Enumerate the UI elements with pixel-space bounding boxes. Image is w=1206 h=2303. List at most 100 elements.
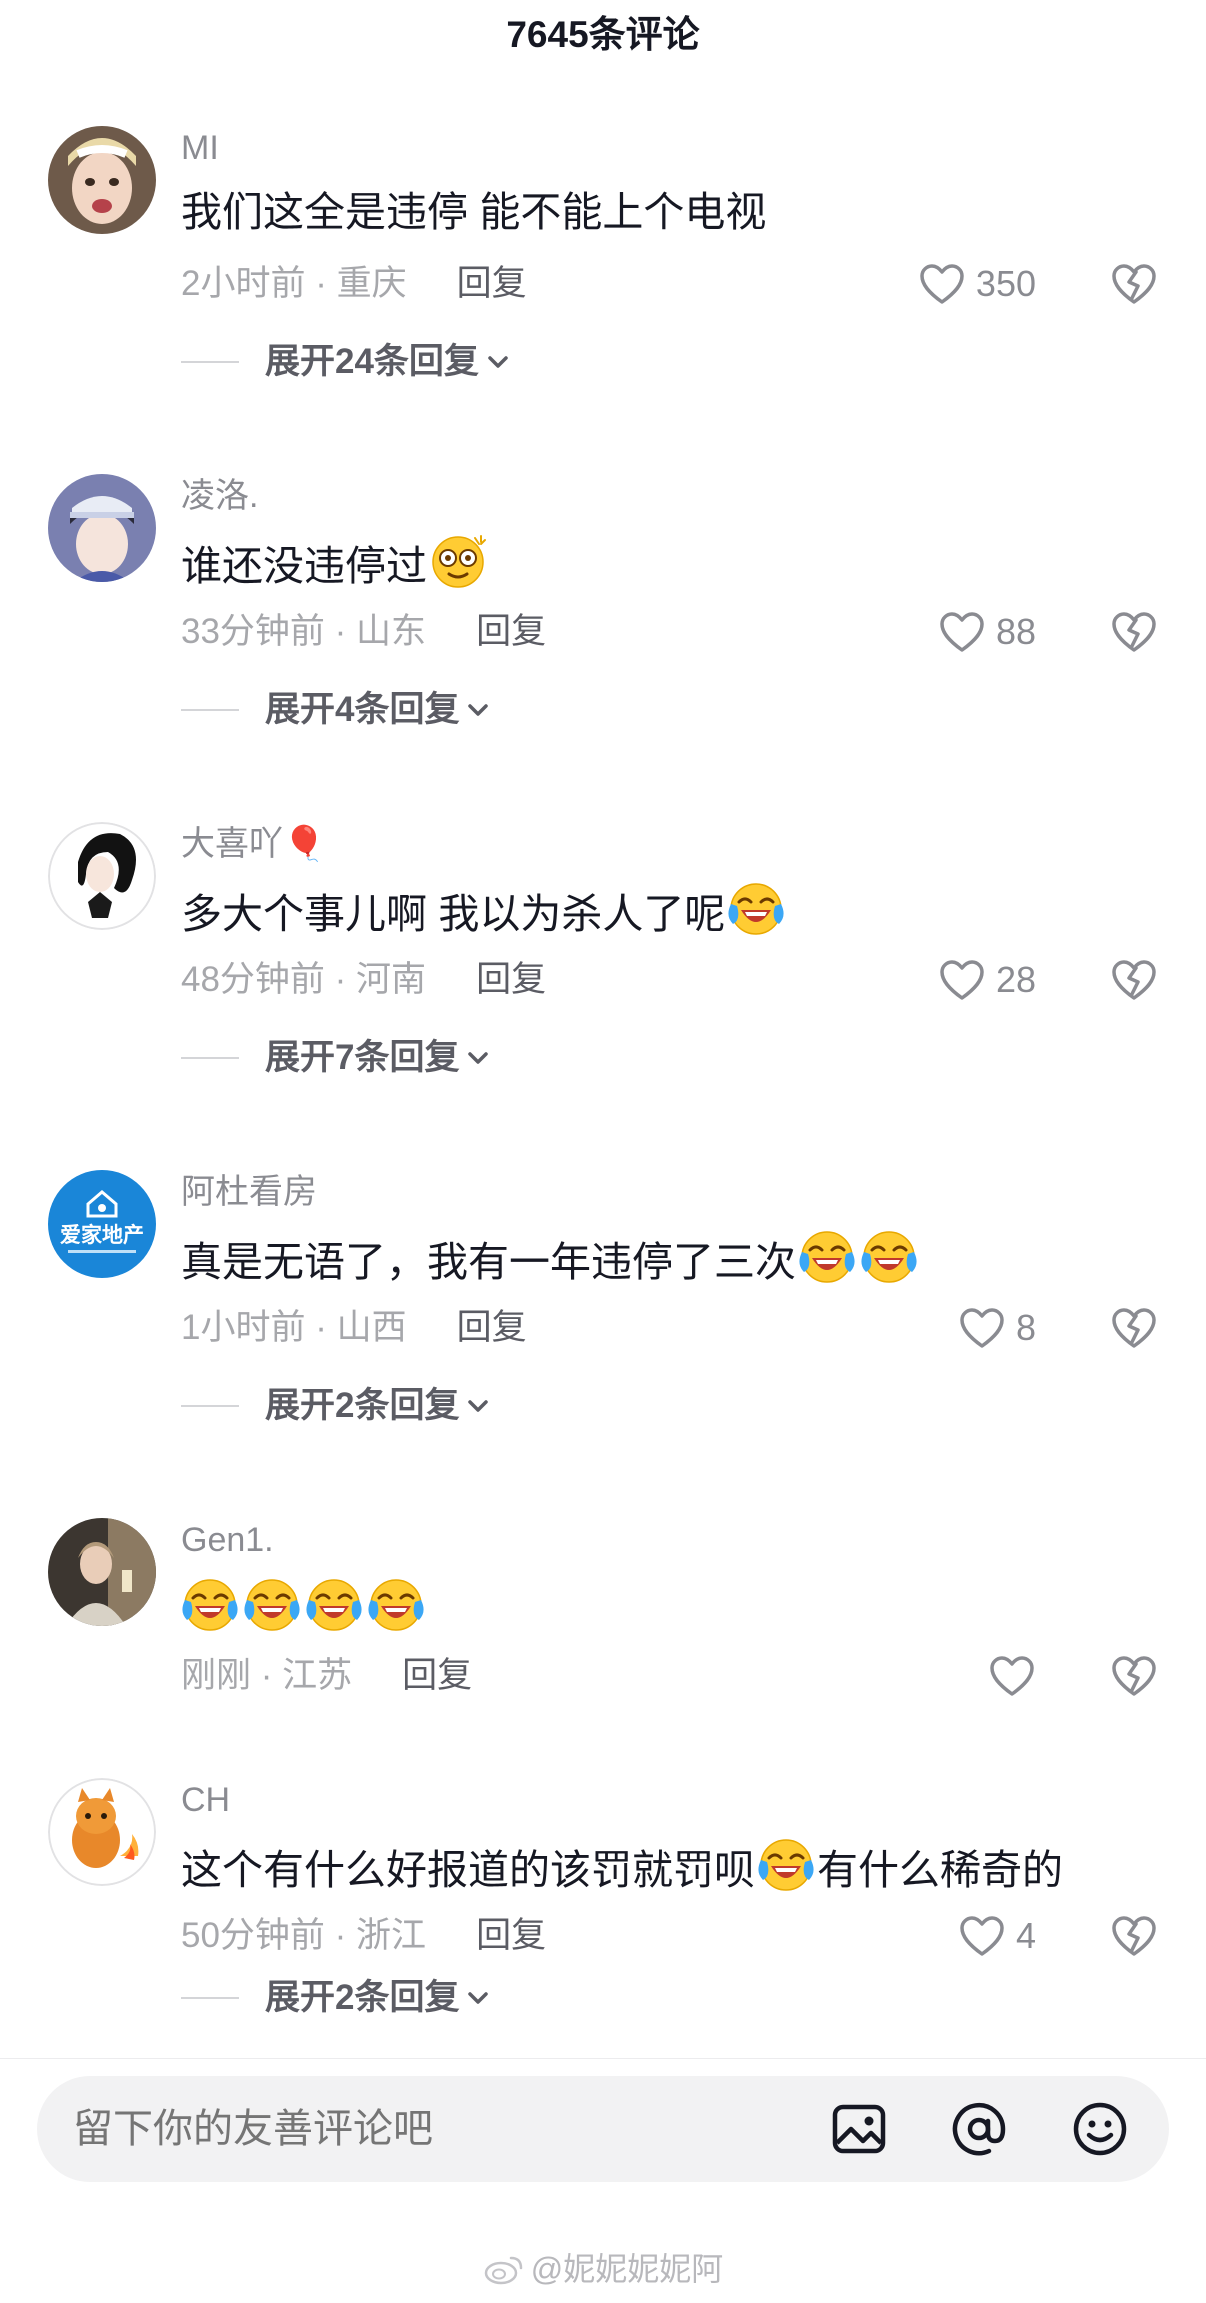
emoji-icon <box>1073 2102 1127 2156</box>
reply-button[interactable]: 回复 <box>476 960 546 999</box>
like-count: 8 <box>1015 1307 1036 1348</box>
meta-separator: · <box>324 1916 357 1955</box>
expand-replies-button[interactable]: 展开2条回复 <box>181 1382 491 1430</box>
expand-replies-button[interactable]: 展开7条回复 <box>181 1034 491 1082</box>
at-icon <box>952 2102 1006 2156</box>
crying-laugh-emoji <box>305 1576 363 1634</box>
crying-laugh-emoji <box>181 1576 239 1634</box>
reply-button[interactable]: 回复 <box>476 612 546 651</box>
like-button[interactable]: 350 <box>918 260 1036 308</box>
comment-time: 50分钟前 <box>181 1916 325 1955</box>
chevron-down-icon <box>465 1048 491 1068</box>
dislike-button[interactable] <box>1110 1306 1158 1350</box>
crying-laugh-emoji <box>243 1576 301 1634</box>
comment-username[interactable]: 大喜吖🎈 <box>181 822 325 866</box>
divider-line <box>181 361 239 363</box>
image-button[interactable] <box>829 2099 889 2159</box>
like-count: 88 <box>995 611 1036 652</box>
avatar-logo-text: 爱家地产 <box>60 1223 144 1247</box>
watermark-text: @妮妮妮妮阿 <box>530 2251 724 2287</box>
avatar[interactable] <box>48 1518 156 1626</box>
emoji-button[interactable] <box>1070 2099 1130 2159</box>
heart-icon <box>938 610 986 654</box>
chevron-down-icon <box>465 700 491 720</box>
expand-replies-button[interactable]: 展开4条回复 <box>181 686 491 734</box>
avatar[interactable] <box>48 474 156 582</box>
comment-location: 浙江 <box>356 1916 427 1955</box>
broken-heart-icon <box>1110 262 1158 306</box>
dislike-button[interactable] <box>1110 1914 1158 1958</box>
comment-text <box>181 1576 427 1632</box>
heart-icon <box>958 1306 1006 1350</box>
meta-separator: · <box>305 1308 337 1347</box>
dislike-button[interactable] <box>1110 958 1158 1002</box>
crying-laugh-emoji <box>757 1836 815 1894</box>
chevron-down-icon <box>465 1396 491 1416</box>
comment-location: 重庆 <box>336 264 407 303</box>
comment-time: 33分钟前 <box>181 612 325 651</box>
reply-button[interactable]: 回复 <box>402 1656 472 1695</box>
comment-time: 1小时前 <box>181 1308 306 1347</box>
comment-text: 我们这全是违停 能不能上个电视 <box>181 189 767 235</box>
like-count: 350 <box>975 263 1036 304</box>
avatar[interactable]: 爱家地产 <box>48 1170 156 1278</box>
bottom-divider <box>0 2058 1206 2059</box>
avatar[interactable] <box>48 822 156 930</box>
comment-username[interactable]: 凌洛. <box>181 474 258 518</box>
meta-separator: · <box>324 960 357 999</box>
avatar[interactable] <box>48 126 156 234</box>
comment-username[interactable]: Gen1. <box>181 1518 274 1562</box>
comment-time: 刚刚 <box>181 1656 252 1695</box>
reply-button[interactable]: 回复 <box>457 264 527 303</box>
dislike-button[interactable] <box>1110 1654 1158 1698</box>
broken-heart-icon <box>1110 1306 1158 1350</box>
chevron-down-icon <box>485 352 511 372</box>
image-icon <box>832 2104 886 2154</box>
expand-replies-button[interactable]: 展开24条回复 <box>181 338 511 386</box>
comment-meta: 48分钟前 · 河南 回复 <box>181 956 546 1004</box>
comment-username[interactable]: CH <box>181 1778 230 1822</box>
reply-button[interactable]: 回复 <box>457 1308 527 1347</box>
comment-meta: 1小时前 · 山西 回复 <box>181 1304 527 1352</box>
like-count: 4 <box>1015 1915 1036 1956</box>
dizzy-face-emoji <box>429 532 487 590</box>
avatar[interactable] <box>48 1778 156 1886</box>
dislike-button[interactable] <box>1110 262 1158 306</box>
like-button[interactable]: 88 <box>938 608 1036 656</box>
comment-username[interactable]: 阿杜看房 <box>181 1170 317 1214</box>
divider-line <box>181 1057 239 1059</box>
comment-meta: 50分钟前 · 浙江 回复 <box>181 1912 546 1960</box>
broken-heart-icon <box>1110 610 1158 654</box>
comment-text: 这个有什么好报道的该罚就罚呗 有什么稀奇的 <box>181 1836 1063 1894</box>
heart-icon <box>918 262 966 306</box>
watermark: @妮妮妮妮阿 <box>0 2246 1206 2292</box>
heart-icon <box>938 958 986 1002</box>
expand-replies-button[interactable]: 展开2条回复 <box>181 1974 491 2022</box>
comment-username[interactable]: MI <box>181 126 219 170</box>
comment-text: 谁还没违停过 <box>181 532 489 590</box>
comment-input[interactable] <box>73 2076 773 2182</box>
crying-laugh-emoji <box>367 1576 425 1634</box>
divider-line <box>181 1997 239 1999</box>
like-button[interactable]: 8 <box>958 1304 1036 1352</box>
comment-input-bar[interactable] <box>37 2076 1169 2182</box>
comment-meta: 刚刚 · 江苏 回复 <box>181 1652 472 1700</box>
like-count: 28 <box>995 959 1036 1000</box>
like-button[interactable]: 28 <box>938 956 1036 1004</box>
like-button[interactable] <box>988 1652 1036 1700</box>
reply-button[interactable]: 回复 <box>476 1916 546 1955</box>
comment-time: 48分钟前 <box>181 960 325 999</box>
broken-heart-icon <box>1110 958 1158 1002</box>
heart-icon <box>988 1654 1036 1698</box>
like-button[interactable]: 4 <box>958 1912 1036 1960</box>
weibo-logo-icon <box>484 2256 522 2285</box>
dislike-button[interactable] <box>1110 610 1158 654</box>
crying-laugh-emoji <box>798 1228 856 1286</box>
crying-laugh-emoji <box>860 1228 918 1286</box>
comment-meta: 33分钟前 · 山东 回复 <box>181 608 546 656</box>
comment-location: 山西 <box>336 1308 407 1347</box>
chevron-down-icon <box>465 1988 491 2008</box>
comment-location: 江苏 <box>282 1656 353 1695</box>
mention-button[interactable] <box>949 2099 1009 2159</box>
divider-line <box>181 709 239 711</box>
